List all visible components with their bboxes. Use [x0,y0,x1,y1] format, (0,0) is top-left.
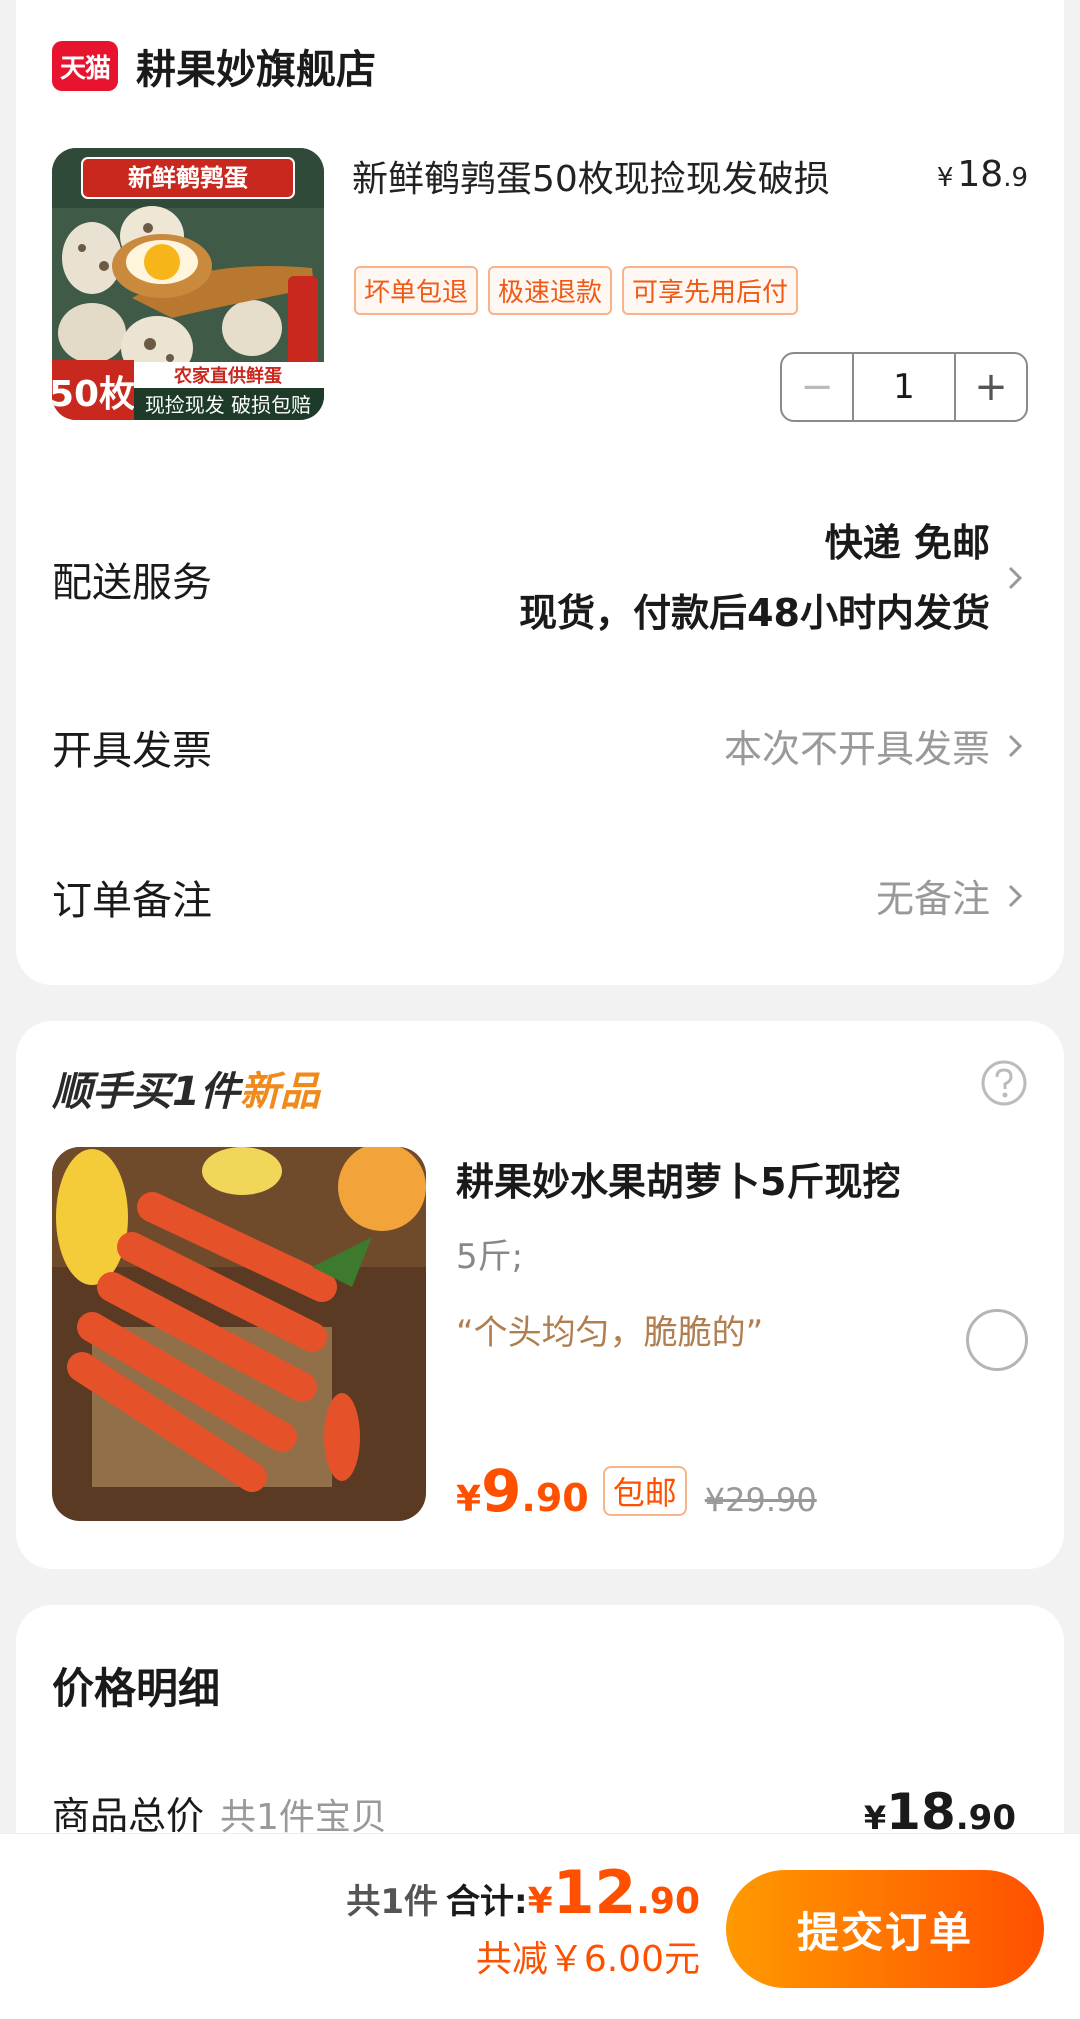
total-price: ¥12.90 [528,1858,700,1928]
tag-pay-later: 可享先用后付 [622,266,799,315]
delivery-method: 快递 免邮 [824,521,990,565]
thumb-banner-text: 新鲜鹌鹑蛋 [128,164,248,192]
thumb-count-badge: 50枚 [52,374,135,415]
invoice-value: 本次不开具发票 [723,727,990,771]
original-price: ¥29.90 [704,1481,817,1519]
goods-total-label: 商品总价 共1件宝贝 [52,1785,387,1840]
product-price: ¥18.9 [937,154,1028,195]
order-summary: 共1件 合计: ¥12.90 共减￥6.00元 [346,1858,700,1982]
addon-title-prefix: 顺手买1件 [52,1069,240,1115]
chevron-right-icon [1008,884,1023,907]
addon-spec: 5斤; [456,1237,524,1277]
total-label: 合计: [446,1882,528,1922]
price-detail-title: 价格明细 [52,1664,221,1713]
thumb-line1: 农家直供鲜蛋 [173,365,282,387]
addon-price-row: ¥9.90 包邮 ¥29.90 [456,1457,817,1525]
free-shipping-tag: 包邮 [602,1466,687,1516]
checkout-bar: 共1件 合计: ¥12.90 共减￥6.00元 提交订单 [0,1833,1080,2019]
decrease-button[interactable]: − [782,354,852,420]
invoice-row[interactable]: 本次不开具发票 [724,718,1028,773]
currency-symbol: ¥ [456,1479,482,1520]
carrots-image [52,1147,426,1521]
price-decimal: .90 [636,1881,700,1922]
chevron-right-icon [1008,566,1023,590]
addon-title-highlight: 新品 [239,1069,320,1115]
price-decimal: .9 [1003,163,1028,193]
item-count: 共1件 [346,1882,439,1922]
tag-bad-refund: 坏单包退 [354,266,479,315]
goods-total-text: 商品总价 [52,1794,205,1838]
tmall-logo: 天猫 [52,41,118,91]
price-decimal: .90 [521,1476,589,1520]
thumb-line2: 现捡现发 破损包赔 [145,393,311,417]
addon-review-quote: “个头均匀，脆脆的” [456,1313,764,1353]
increase-button[interactable]: + [956,354,1026,420]
delivery-time: 现货，付款后48小时内发货 [519,591,990,635]
addon-product-image[interactable] [52,1147,426,1521]
addon-product-name[interactable]: 耕果妙水果胡萝卜5斤现挖 [456,1151,900,1206]
service-tags: 坏单包退 极速退款 可享先用后付 [354,266,799,315]
addon-card: 顺手买1件新品 耕果妙水果胡萝卜5斤现挖 5斤; “个头均匀，脆脆的” ¥9.9… [16,1021,1064,1569]
delivery-label: 配送服务 [52,560,212,606]
submit-order-button[interactable]: 提交订单 [726,1870,1044,1988]
addon-title: 顺手买1件新品 [52,1059,320,1117]
quantity-stepper: − 1 + [780,352,1028,422]
delivery-row[interactable]: 快递 免邮 现货，付款后48小时内发货 [519,508,1028,648]
price-decimal: .90 [955,1798,1016,1838]
currency-symbol: ¥ [863,1799,887,1837]
chevron-right-icon [1008,734,1023,757]
quantity-value[interactable]: 1 [852,354,956,420]
addon-price: ¥9.90 [456,1457,589,1525]
quail-eggs-image: 新鲜鹌鹑蛋 50枚 农家直供鲜蛋 现捡现发 破损包赔 [52,148,324,420]
currency-symbol: ¥ [936,163,954,193]
price-integer: 18 [957,154,1004,195]
addon-select-radio[interactable] [966,1309,1028,1371]
price-integer: 9 [481,1457,522,1525]
product-image[interactable]: 新鲜鹌鹑蛋 50枚 农家直供鲜蛋 现捡现发 破损包赔 [52,148,324,420]
help-icon[interactable] [980,1059,1028,1107]
discount-text[interactable]: 共减￥6.00元 [346,1930,700,1982]
note-row[interactable]: 无备注 [876,868,1028,923]
store-header[interactable]: 天猫 耕果妙旗舰店 [52,36,376,96]
order-card: 天猫 耕果妙旗舰店 新鲜鹌鹑蛋 50枚 农家直供鲜蛋 现捡现发 破损包赔 新鲜鹌… [16,0,1064,985]
currency-symbol: ¥ [527,1881,553,1922]
tag-fast-refund: 极速退款 [488,266,613,315]
note-label: 订单备注 [52,878,212,924]
invoice-label: 开具发票 [52,728,212,774]
product-title[interactable]: 新鲜鹌鹑蛋50枚现捡现发破损 [352,150,830,202]
store-name[interactable]: 耕果妙旗舰店 [136,37,376,95]
note-value: 无备注 [875,877,990,921]
price-integer: 12 [552,1858,637,1928]
